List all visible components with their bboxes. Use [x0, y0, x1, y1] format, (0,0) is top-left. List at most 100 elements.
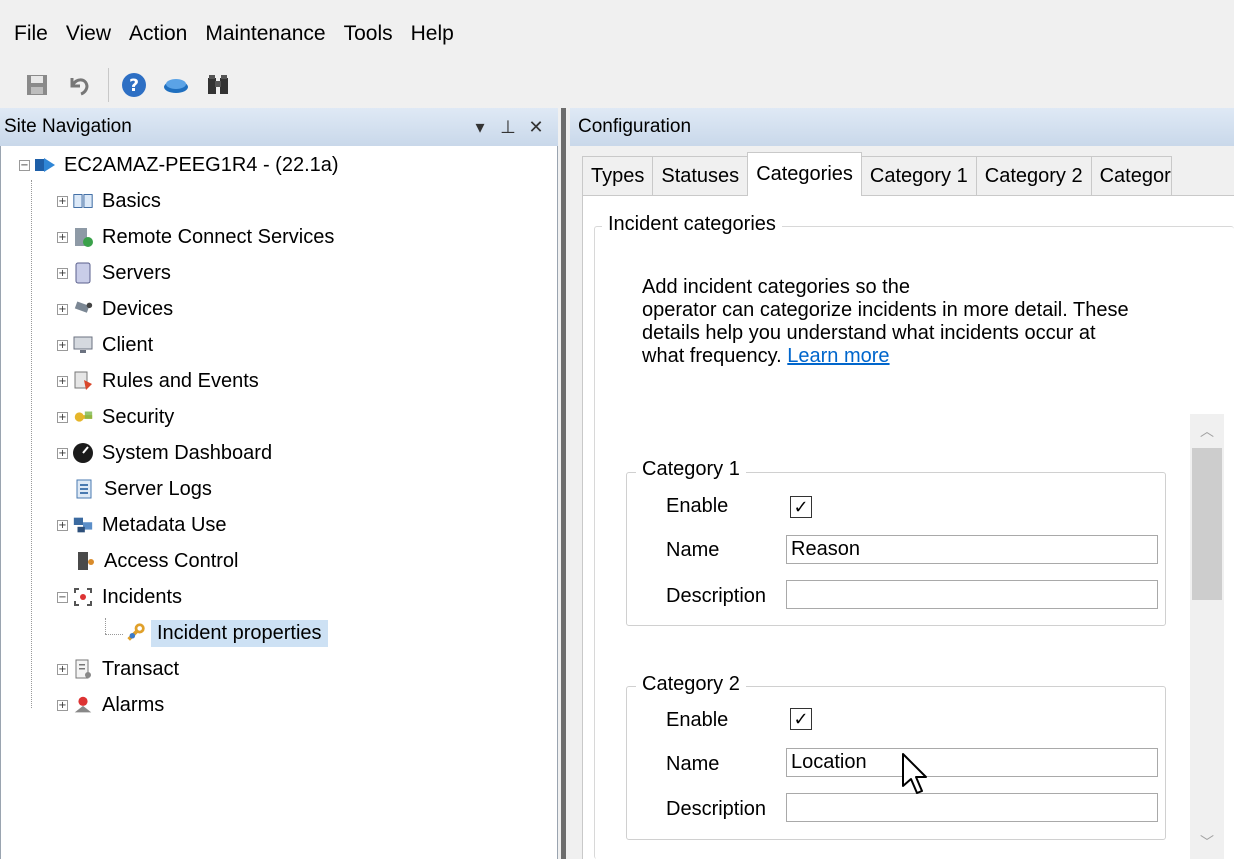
tree-item-label: Remote Connect Services: [102, 225, 335, 248]
expand-icon[interactable]: +: [57, 411, 68, 423]
tree-item-access-control[interactable]: Access Control: [72, 544, 239, 578]
remote-server-icon: [72, 226, 94, 248]
category-1-name-field[interactable]: [786, 535, 1158, 564]
tree-item-label: System Dashboard: [102, 441, 273, 464]
expand-icon[interactable]: +: [57, 519, 68, 531]
tab-categories[interactable]: Categories: [747, 152, 862, 196]
server-icon: [72, 262, 94, 284]
tree-item-basics[interactable]: + Basics: [57, 184, 161, 218]
pin-icon[interactable]: ⊥: [494, 117, 522, 138]
expand-icon[interactable]: +: [57, 699, 68, 711]
svg-text:?: ?: [129, 76, 139, 96]
cloud-icon[interactable]: [161, 70, 191, 100]
menu-action[interactable]: Action: [120, 22, 196, 46]
dropdown-icon[interactable]: ▾: [466, 117, 494, 138]
pane-splitter[interactable]: [558, 108, 570, 859]
alarm-icon: [72, 694, 94, 716]
tree-item-rules-and-events[interactable]: + Rules and Events: [57, 364, 259, 398]
menu-file[interactable]: File: [0, 22, 57, 46]
category-1-enable-checkbox[interactable]: ✓: [790, 496, 812, 518]
expand-icon[interactable]: +: [57, 231, 68, 243]
tree-item-alarms[interactable]: + Alarms: [57, 688, 164, 722]
incident-categories-description: Add incident categories so the operator …: [642, 276, 1202, 368]
tree-item-devices[interactable]: + Devices: [57, 292, 173, 326]
toolbar: ?: [0, 62, 1234, 108]
tree-item-label: Devices: [102, 297, 174, 320]
save-icon[interactable]: [22, 70, 52, 100]
configuration-title: Configuration: [578, 116, 692, 137]
scroll-down-icon[interactable]: ﹀: [1190, 825, 1224, 859]
expand-icon[interactable]: +: [57, 447, 68, 459]
expand-icon[interactable]: +: [57, 375, 68, 387]
tab-statuses[interactable]: Statuses: [652, 156, 749, 196]
site-icon: [34, 154, 56, 176]
category-2-name-label: Name: [666, 753, 720, 775]
incidents-icon: [72, 586, 94, 608]
tree-item-label: Transact: [102, 657, 180, 680]
site-navigation-title: Site Navigation: [4, 116, 132, 137]
tree-item-transact[interactable]: + Transact: [57, 652, 179, 686]
category-2-enable-checkbox[interactable]: ✓: [790, 708, 812, 730]
tree-item-system-dashboard[interactable]: + System Dashboard: [57, 436, 272, 470]
tree-item-label: Incident properties: [151, 619, 328, 647]
category-1-description-field[interactable]: [786, 580, 1158, 609]
tree-item-remote-connect-services[interactable]: + Remote Connect Services: [57, 220, 334, 254]
category-2-enable-label: Enable: [666, 709, 729, 731]
menu-maintenance[interactable]: Maintenance: [196, 22, 334, 46]
tree-root-label: EC2AMAZ-PEEG1R4 - (22.1a): [64, 153, 339, 176]
close-icon[interactable]: ✕: [522, 117, 550, 138]
expand-icon[interactable]: +: [57, 339, 68, 351]
expand-icon[interactable]: +: [57, 267, 68, 279]
expand-icon[interactable]: +: [57, 663, 68, 675]
scroll-up-icon[interactable]: ︿: [1190, 414, 1224, 448]
tree-item-label: Server Logs: [104, 477, 212, 500]
toolbar-separator: [108, 68, 109, 102]
tree-item-label: Alarms: [102, 693, 165, 716]
expand-icon[interactable]: +: [57, 303, 68, 315]
help-icon[interactable]: ?: [119, 70, 149, 100]
incident-categories-title: Incident categories: [602, 213, 782, 236]
tree-item-label: Client: [102, 333, 154, 356]
tab-category-3[interactable]: Categor: [1090, 156, 1172, 196]
tree-root[interactable]: − EC2AMAZ-PEEG1R4 - (22.1a): [19, 148, 339, 182]
metadata-icon: [72, 514, 94, 536]
menu-help[interactable]: Help: [402, 22, 463, 46]
tree-item-label: Incidents: [102, 585, 183, 608]
learn-more-link[interactable]: Learn more: [787, 345, 889, 367]
keys-icon: [72, 406, 94, 428]
collapse-icon[interactable]: −: [57, 591, 68, 603]
tree-item-servers[interactable]: + Servers: [57, 256, 171, 290]
description-line: Add incident categories so the: [642, 276, 910, 298]
tree-item-incidents[interactable]: − Incidents: [57, 580, 182, 614]
category-1-name-label: Name: [666, 539, 720, 561]
description-line: operator can categorize incidents in mor…: [642, 299, 1129, 321]
tree-item-security[interactable]: + Security: [57, 400, 174, 434]
scroll-thumb[interactable]: [1192, 448, 1222, 600]
tree-item-client[interactable]: + Client: [57, 328, 153, 362]
wrench-icon: [125, 622, 147, 644]
undo-icon[interactable]: [64, 70, 94, 100]
collapse-icon[interactable]: −: [19, 159, 30, 171]
category-2-description-label: Description: [666, 798, 767, 820]
tab-category-1[interactable]: Category 1: [860, 156, 977, 196]
menu-view[interactable]: View: [57, 22, 120, 46]
tree-item-label: Basics: [102, 189, 161, 212]
tree-item-label: Rules and Events: [102, 369, 259, 392]
vertical-scrollbar[interactable]: ︿ ﹀: [1190, 414, 1224, 859]
category-2-description-field[interactable]: [786, 793, 1158, 822]
tab-types[interactable]: Types: [582, 156, 654, 196]
tree-item-label: Metadata Use: [102, 513, 227, 536]
description-line-last: what frequency. Learn more: [642, 345, 1202, 368]
tab-category-2[interactable]: Category 2: [975, 156, 1092, 196]
site-navigation-header: Site Navigation ▾ ⊥ ✕: [0, 108, 558, 146]
menu-tools[interactable]: Tools: [335, 22, 402, 46]
tree-item-incident-properties[interactable]: Incident properties: [125, 616, 328, 650]
rules-icon: [72, 370, 94, 392]
site-navigation-tree: − EC2AMAZ-PEEG1R4 - (22.1a) + Basics + R…: [0, 146, 558, 859]
tree-item-server-logs[interactable]: Server Logs: [72, 472, 212, 506]
category-2-title: Category 2: [636, 673, 746, 696]
category-2-name-field[interactable]: [786, 748, 1158, 777]
binoculars-icon[interactable]: [203, 70, 233, 100]
expand-icon[interactable]: +: [57, 195, 68, 207]
tree-item-metadata-use[interactable]: + Metadata Use: [57, 508, 227, 542]
